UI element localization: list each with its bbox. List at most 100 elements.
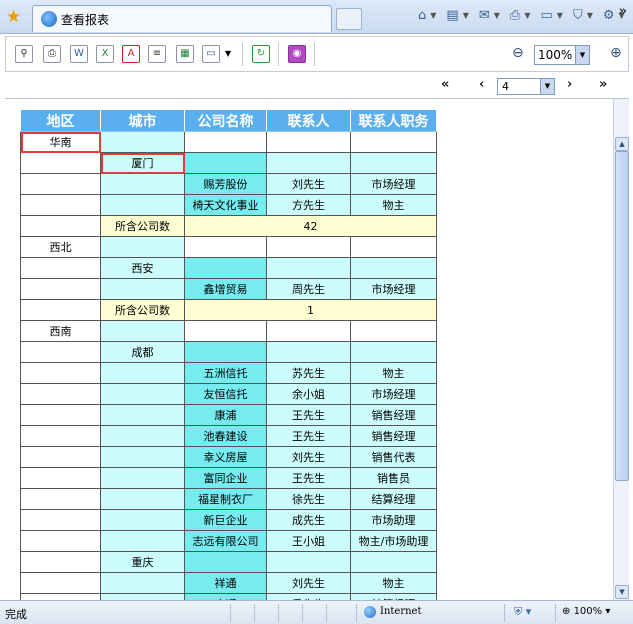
new-tab-button[interactable] xyxy=(336,8,362,30)
search-report-icon[interactable]: ⚲ xyxy=(15,45,33,63)
contact-title-cell: 销售经理 xyxy=(350,425,437,447)
rss-icon[interactable]: ◉ xyxy=(288,45,306,63)
company-cell: 友恒信托 xyxy=(184,383,267,405)
city-cell xyxy=(100,509,185,531)
page-navigation: « ‹ 4 ▼ › » xyxy=(5,75,629,97)
table-row-data: 幸义房屋 刘先生 销售代表 xyxy=(20,446,437,468)
contact-title-cell: 物主 xyxy=(350,194,437,216)
vertical-scrollbar[interactable]: ▲ ▼ xyxy=(613,99,629,600)
export-excel-alt-icon[interactable]: ▦ xyxy=(176,45,194,63)
favorites-star-icon[interactable]: ★ xyxy=(6,7,21,27)
safety-menu-icon[interactable]: ⛉ xyxy=(573,8,583,23)
table-row-data: 福星制衣厂 徐先生 结算经理 xyxy=(20,488,437,510)
contact-cell: 王先生 xyxy=(266,467,351,489)
refresh-icon[interactable]: ↻ xyxy=(252,45,270,63)
mail-dropdown-icon[interactable]: ▼ xyxy=(494,11,500,20)
chevron-down-icon[interactable]: ▼ xyxy=(540,79,554,94)
export-excel-icon[interactable]: X xyxy=(96,45,114,63)
scroll-down-icon[interactable]: ▼ xyxy=(615,585,629,599)
contact-title-cell xyxy=(350,551,437,573)
prev-page-button[interactable]: ‹ xyxy=(479,77,484,92)
contact-cell xyxy=(266,551,351,573)
contact-title-cell xyxy=(350,236,437,258)
last-page-button[interactable]: » xyxy=(599,77,607,92)
city-cell xyxy=(100,488,185,510)
region-cell xyxy=(20,299,101,321)
report-body: 华南 厦门 赐芳股份 刘先生 市场经理 椅天文化事业 方先生 物主 所含公司数 42 西北 西安 鑫增贸… xyxy=(20,131,437,600)
contact-cell: 徐先生 xyxy=(266,488,351,510)
region-cell xyxy=(20,278,101,300)
safety-dropdown-icon[interactable]: ▼ xyxy=(587,11,593,20)
contact-cell xyxy=(266,236,351,258)
status-divider xyxy=(356,604,357,622)
table-row-data: 志远有限公司 王小姐 物主/市场助理 xyxy=(20,530,437,552)
region-cell: 西南 xyxy=(20,320,101,342)
scroll-thumb[interactable] xyxy=(615,151,629,481)
region-cell xyxy=(20,425,101,447)
contact-title-cell xyxy=(350,320,437,342)
security-zone: Internet xyxy=(380,606,422,617)
status-text: 完成 xyxy=(5,608,27,621)
status-divider xyxy=(555,604,556,622)
status-divider xyxy=(278,604,279,622)
company-cell: 五洲信托 xyxy=(184,362,267,384)
table-row-data: 祥通 刘先生 物主 xyxy=(20,572,437,594)
status-bar: 完成 Internet ⛨ ▾ ⊕ 100% ▾ xyxy=(0,600,633,624)
protected-mode-icon[interactable]: ⛨ ▾ xyxy=(514,605,531,619)
contact-title-cell: 销售代表 xyxy=(350,446,437,468)
chevron-down-icon[interactable]: ▼ xyxy=(575,46,589,64)
company-cell xyxy=(184,131,267,153)
city-cell xyxy=(100,530,185,552)
feeds-icon[interactable]: ▤ xyxy=(446,8,458,23)
home-icon[interactable]: ⌂ xyxy=(418,8,426,23)
print-report-icon[interactable]: ⎙ xyxy=(43,45,61,63)
export-image-icon[interactable]: ▭ xyxy=(202,45,220,63)
contact-cell: 周先生 xyxy=(266,278,351,300)
report-toolbar: ⚲ ⎙ W X A ≡ ▦ ▭ ▼ ↻ ◉ ⊖ 100% ▼ ⊕ xyxy=(5,36,629,72)
city-cell xyxy=(100,362,185,384)
region-cell xyxy=(20,467,101,489)
page-menu-dropdown-icon[interactable]: ▼ xyxy=(557,11,563,20)
page-select[interactable]: 4 ▼ xyxy=(497,78,555,95)
status-divider xyxy=(302,604,303,622)
export-text-icon[interactable]: ≡ xyxy=(148,45,166,63)
more-chevron-icon[interactable]: » xyxy=(619,4,627,19)
zoom-value: 100% xyxy=(538,48,573,62)
company-cell: 椅天文化事业 xyxy=(184,194,267,216)
feeds-dropdown-icon[interactable]: ▼ xyxy=(463,11,469,20)
export-pdf-icon[interactable]: A xyxy=(122,45,140,63)
scroll-up-icon[interactable]: ▲ xyxy=(615,137,629,151)
page-menu-icon[interactable]: ▭ xyxy=(541,8,553,23)
contact-title-cell: 市场经理 xyxy=(350,278,437,300)
zoom-in-icon[interactable]: ⊕ xyxy=(610,45,622,61)
contact-cell: 刘先生 xyxy=(266,446,351,468)
mail-icon[interactable]: ✉ xyxy=(479,8,490,23)
contact-cell: 成先生 xyxy=(266,509,351,531)
contact-title-cell: 物主 xyxy=(350,362,437,384)
company-count-cell: 42 xyxy=(184,215,437,237)
status-zoom[interactable]: ⊕ 100% ▾ xyxy=(562,606,610,617)
company-cell: 赐芳股份 xyxy=(184,173,267,195)
export-word-icon[interactable]: W xyxy=(70,45,88,63)
status-zoom-value: 100% xyxy=(573,606,603,617)
next-page-button[interactable]: › xyxy=(567,77,572,92)
zoom-out-icon[interactable]: ⊖ xyxy=(512,45,524,61)
contact-cell xyxy=(266,152,351,174)
home-dropdown-icon[interactable]: ▼ xyxy=(430,11,436,20)
company-cell xyxy=(184,551,267,573)
zoom-select[interactable]: 100% ▼ xyxy=(534,45,590,65)
tab-view-report[interactable]: 查看报表 xyxy=(32,5,332,32)
sum-label-cell: 所含公司数 xyxy=(100,215,185,237)
tools-gear-icon[interactable]: ⚙ xyxy=(603,8,615,23)
report-viewport: 地区 城市 公司名称 联系人 联系人职务 华南 厦门 赐芳股份 刘先生 市场经理 椅天文化… xyxy=(5,98,629,600)
print-dropdown-icon[interactable]: ▼ xyxy=(524,11,530,20)
table-row-data: 椅天文化事业 方先生 物主 xyxy=(20,194,437,216)
export-image-dropdown-icon[interactable]: ▼ xyxy=(225,49,231,58)
table-row-data: 富同企业 王先生 销售员 xyxy=(20,467,437,489)
city-cell xyxy=(100,467,185,489)
city-cell: 成都 xyxy=(100,341,185,363)
table-row-city: 重庆 xyxy=(20,551,437,573)
first-page-button[interactable]: « xyxy=(441,77,449,92)
company-cell: 康浦 xyxy=(184,404,267,426)
print-icon[interactable]: ⎙ xyxy=(510,8,520,23)
